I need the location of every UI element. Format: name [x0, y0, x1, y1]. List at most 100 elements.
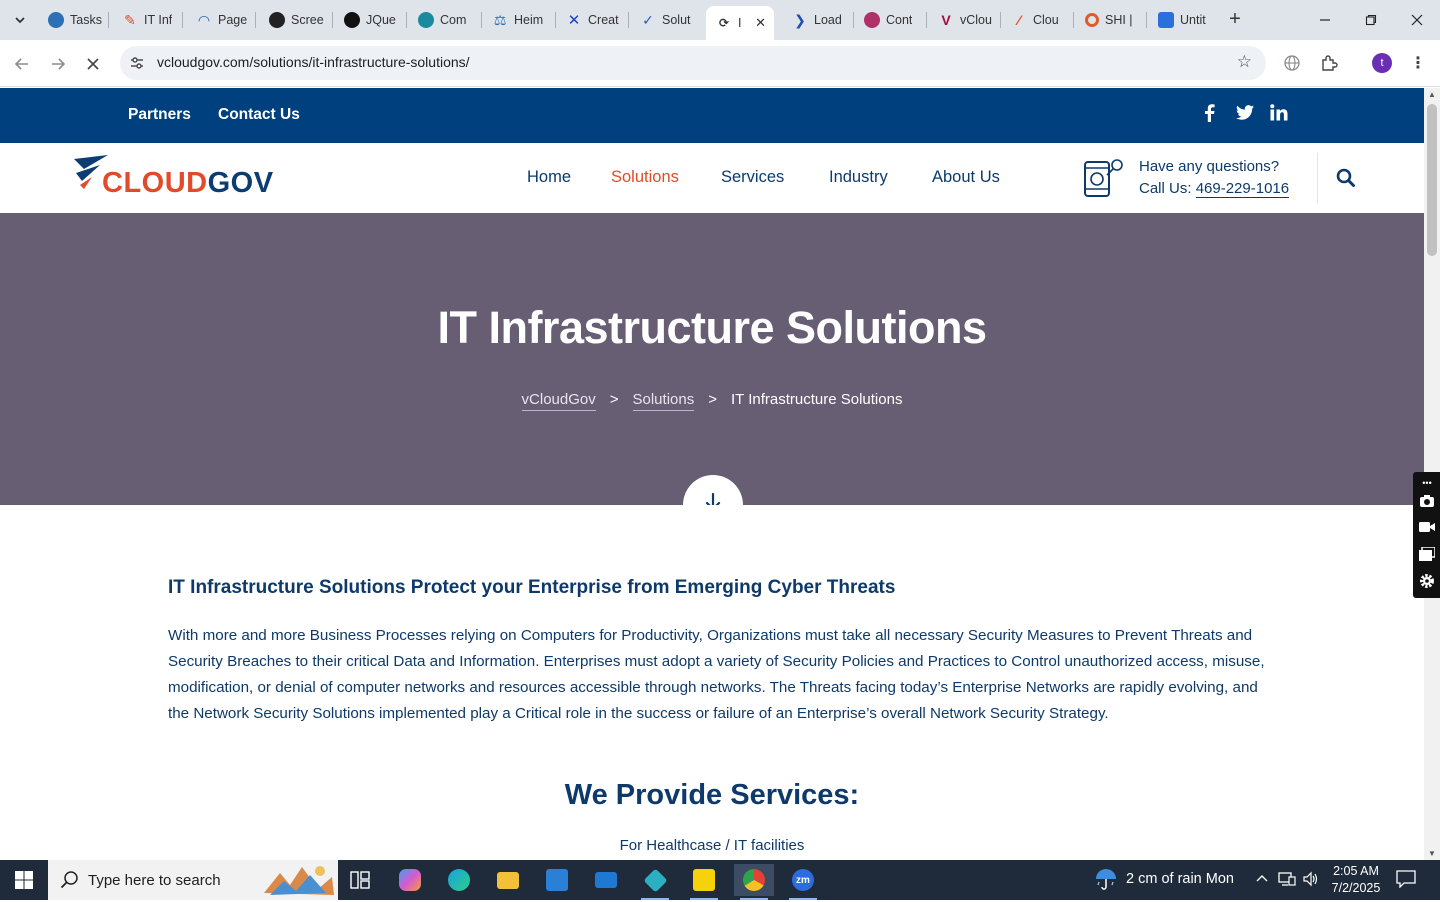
nav-industry[interactable]: Industry	[829, 168, 888, 187]
address-bar[interactable]: vcloudgov.com/solutions/it-infrastructur…	[120, 46, 1266, 80]
extensions-puzzle-icon[interactable]	[1318, 52, 1340, 74]
vcloud-favicon-icon: ✓	[642, 11, 654, 28]
call-us-text: Call Us: 469-229-1016	[1139, 180, 1290, 198]
nav-services[interactable]: Services	[721, 168, 784, 187]
shi-favicon-icon	[1085, 13, 1099, 27]
file-explorer-icon[interactable]	[488, 864, 528, 896]
intro-paragraph: With more and more Business Processes re…	[168, 627, 1265, 722]
volume-speaker-icon[interactable]	[1302, 871, 1320, 890]
services-heading: We Provide Services:	[564, 779, 860, 811]
twitter-icon[interactable]	[1236, 104, 1254, 125]
settings-gear-icon[interactable]	[1418, 572, 1436, 590]
mail-app-icon[interactable]	[586, 864, 626, 896]
breadcrumb-solutions-link[interactable]: Solutions	[632, 391, 695, 411]
task-view-icon[interactable]	[340, 864, 380, 896]
scroll-thumb[interactable]	[1427, 104, 1437, 256]
translate-globe-icon[interactable]	[1281, 52, 1303, 74]
tab-cloud[interactable]: ⁄ Clou	[1003, 8, 1069, 32]
minimize-icon[interactable]	[1302, 0, 1348, 40]
breadcrumb-current: IT Infrastructure Solutions	[730, 391, 903, 408]
browser-toolbar: vcloudgov.com/solutions/it-infrastructur…	[0, 40, 1440, 87]
tab-create[interactable]: ✕ Creat	[558, 8, 624, 32]
tab-com[interactable]: Com	[410, 8, 476, 32]
tab-untitled[interactable]: Untit	[1150, 8, 1216, 32]
site-info-icon[interactable]	[128, 54, 146, 72]
new-tab-plus-icon[interactable]: +	[1224, 8, 1246, 32]
partners-link[interactable]: Partners	[128, 106, 191, 124]
phone-support-icon	[1083, 158, 1125, 198]
network-icon[interactable]	[1278, 871, 1296, 890]
search-icon	[60, 870, 80, 890]
microsoft-store-icon[interactable]	[537, 864, 577, 896]
video-icon[interactable]	[1418, 518, 1436, 536]
site-search-icon[interactable]	[1335, 167, 1357, 189]
tab-vcloud[interactable]: V vClou	[930, 8, 996, 32]
cloudgov-favicon-icon: ⁄	[1017, 12, 1021, 28]
tab-search-chevron-icon[interactable]	[8, 8, 32, 32]
tab-tasks[interactable]: Tasks	[40, 8, 104, 32]
scroll-up-arrow-icon[interactable]: ▲	[1428, 90, 1436, 99]
nav-about-us[interactable]: About Us	[932, 168, 1000, 187]
chrome-browser-icon[interactable]	[734, 864, 774, 900]
tab-shi[interactable]: SHI |	[1077, 8, 1143, 32]
close-tab-icon[interactable]: ✕	[755, 15, 774, 31]
bookmark-star-icon[interactable]: ☆	[1237, 52, 1252, 72]
vscode-like-app-icon[interactable]	[635, 864, 675, 900]
windows-start-icon[interactable]	[0, 860, 48, 900]
forward-arrow-icon[interactable]	[45, 51, 71, 77]
contact-us-link[interactable]: Contact Us	[218, 106, 300, 124]
cont-favicon-icon	[864, 12, 880, 28]
scroll-down-arrow-icon[interactable]: ▼	[1428, 849, 1436, 858]
phone-number-link[interactable]: 469-229-1016	[1195, 180, 1290, 198]
browser-menu-kebab-icon[interactable]: ⋮	[1407, 52, 1429, 74]
tab-cont[interactable]: Cont	[856, 8, 922, 32]
browser-tab-bar: Tasks ✎ IT Inf ◠ Page Scree JQue Com ⚖ H…	[0, 0, 1440, 40]
clock-date: 7/2/2025	[1331, 881, 1381, 895]
edge-browser-icon[interactable]	[439, 864, 479, 896]
zoom-app-icon[interactable]: zm	[783, 864, 823, 900]
nav-divider	[1317, 153, 1318, 203]
sticky-notes-icon[interactable]	[684, 864, 724, 900]
loom-dots-icon[interactable]: •••	[1418, 474, 1436, 492]
tab-active[interactable]: ⟳ I ✕	[706, 6, 774, 40]
url-text[interactable]: vcloudgov.com/solutions/it-infrastructur…	[157, 54, 470, 70]
camera-icon[interactable]	[1418, 492, 1436, 510]
show-hidden-icons-chevron-icon[interactable]	[1255, 871, 1269, 888]
system-clock[interactable]: 2:05 AM 7/2/2025	[1326, 863, 1386, 897]
breadcrumb-separator: >	[708, 391, 717, 408]
arrow-favicon-icon: ❯	[794, 11, 806, 28]
logo-word-cloud: CLOUD	[102, 167, 208, 199]
tab-jquery[interactable]: JQue	[336, 8, 402, 32]
tab-page[interactable]: ◠ Page	[188, 8, 252, 32]
breadcrumb-home-link[interactable]: vCloudGov	[521, 391, 596, 411]
taskbar-search-box[interactable]: Type here to search	[48, 860, 338, 900]
restore-icon[interactable]	[1348, 0, 1394, 40]
weather-text: 2 cm of rain Mon	[1126, 871, 1234, 887]
section-heading: IT Infrastructure Solutions Protect your…	[168, 577, 896, 598]
weather-widget[interactable]: 2 cm of rain Mon	[1094, 868, 1234, 890]
tab-it-inf[interactable]: ✎ IT Inf	[114, 8, 176, 32]
facebook-icon[interactable]	[1203, 104, 1215, 127]
cloudgov-logo[interactable]: CLOUDGOV	[72, 155, 274, 199]
tab-heim[interactable]: ⚖ Heim	[484, 8, 550, 32]
copilot-app-icon[interactable]	[390, 864, 430, 896]
linkedin-icon[interactable]	[1270, 104, 1288, 126]
nav-solutions[interactable]: Solutions	[611, 168, 679, 187]
stop-loading-icon[interactable]	[80, 51, 106, 77]
gauge-favicon-icon: ◠	[198, 11, 210, 28]
tab-solut[interactable]: ✓ Solut	[632, 8, 698, 32]
nav-home[interactable]: Home	[527, 168, 571, 187]
notification-center-icon[interactable]	[1396, 870, 1418, 890]
profile-avatar[interactable]: t	[1372, 53, 1392, 73]
screens-icon[interactable]	[1418, 545, 1436, 563]
logo-word-gov: GOV	[207, 167, 274, 199]
back-arrow-icon[interactable]	[9, 51, 35, 77]
tab-load[interactable]: ❯ Load	[784, 8, 850, 32]
close-window-icon[interactable]	[1394, 0, 1440, 40]
screen-capture-toolbar: •••	[1413, 472, 1440, 598]
docs-favicon-icon	[1158, 12, 1174, 28]
tag-favicon-icon: ✎	[124, 11, 136, 28]
tab-screen[interactable]: Scree	[261, 8, 327, 32]
questions-text: Have any questions?	[1139, 158, 1280, 175]
clock-time: 2:05 AM	[1333, 864, 1379, 878]
